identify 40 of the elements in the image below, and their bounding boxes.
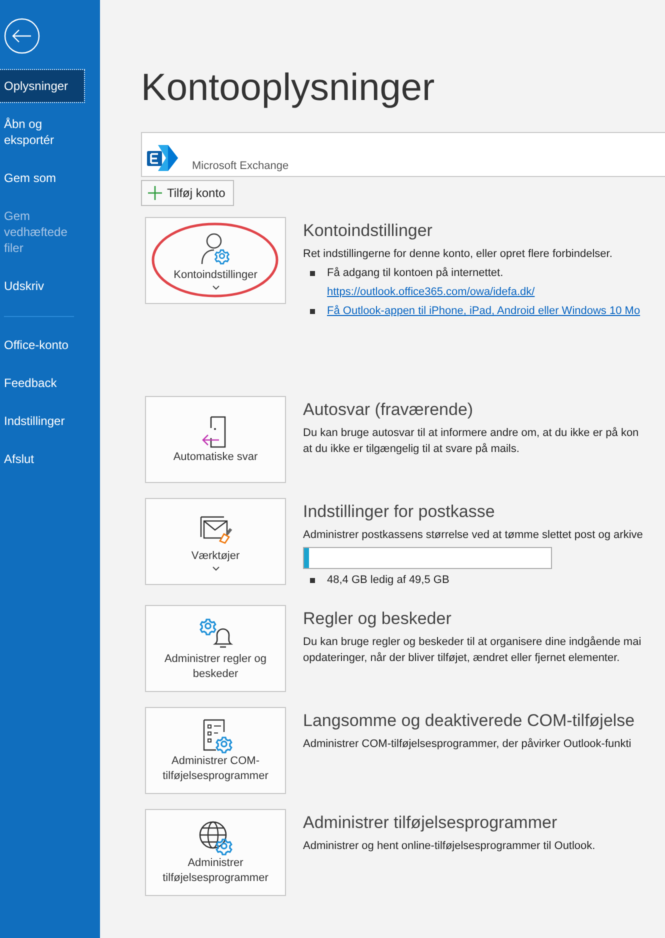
sidebar-item[interactable]: Gem som	[0, 162, 84, 194]
section-heading: Autosvar (fraværende)	[303, 399, 474, 421]
sidebar-item[interactable]: Udskriv	[0, 270, 84, 302]
account-type: Microsoft Exchange	[192, 159, 289, 173]
sidebar-item[interactable]: Åbn og eksportér	[0, 108, 84, 156]
sidebar-item[interactable]: Oplysninger	[0, 70, 84, 102]
bullet-text: Få adgang til kontoen på internettet.	[327, 266, 504, 281]
tile-button[interactable]: Kontoindstillinger	[145, 217, 286, 304]
exchange-logo-icon	[146, 143, 180, 173]
tile-button[interactable]: Administrer COM-tilføjelsesprogrammer	[145, 707, 286, 794]
section-description: Ret indstillingerne for denne konto, eller opret flere forbindelser.	[303, 247, 612, 262]
section-description: Administrer COM-tilføjelsesprogrammer, der påvirker Outlook-funkti	[303, 737, 632, 752]
section-heading: Indstillinger for postkasse	[303, 501, 495, 523]
sidebar-item[interactable]: Office-konto	[0, 329, 84, 361]
add-account-button[interactable]: Tilføj konto	[141, 180, 234, 206]
section-description: Du kan bruge regler og beskeder til at organisere dine indgående mai opdateringer, når der bliver tilføjet, ændret eller fjernet elementer.	[303, 635, 642, 666]
section-heading: Langsomme og deaktiverede COM-tilføjelse	[303, 710, 635, 732]
web-link[interactable]: Få Outlook-appen til iPhone, iPad, Android eller Windows 10 Mo	[327, 302, 640, 321]
section-description: Administrer og hent online-tilføjelsesprogrammer til Outlook.	[303, 839, 596, 854]
sidebar-item[interactable]: Indstillinger	[0, 405, 84, 437]
tile-button[interactable]: Administrer tilføjelsesprogrammer	[145, 809, 286, 896]
page-title: Kontooplysninger	[141, 66, 436, 111]
back-button[interactable]	[4, 18, 40, 54]
web-link[interactable]: https://outlook.office365.com/owa/idefa.dk/	[327, 283, 535, 302]
globe-gear-icon	[198, 820, 234, 856]
bullet-icon	[310, 271, 315, 276]
plus-icon	[148, 186, 162, 200]
sidebar-item[interactable]: Feedback	[0, 367, 84, 399]
section-description: Du kan bruge autosvar til at informere andre om, at du ikke er på kon at du ikke er tilgængelig til at svare på mails.	[303, 426, 639, 457]
section-heading: Regler og beskeder	[303, 608, 452, 630]
tile-button[interactable]: Administrer regler og beskeder	[145, 605, 286, 692]
sidebar-item[interactable]: Afslut	[0, 443, 84, 475]
bullet-icon	[310, 578, 315, 583]
storage-text: 48,4 GB ledig af 49,5 GB	[327, 573, 450, 588]
section-heading: Administrer tilføjelsesprogrammer	[303, 812, 558, 834]
tile-button[interactable]: Værktøjer	[145, 498, 286, 585]
section-description: Administrer postkassens størrelse ved at tømme slettet post og arkive	[303, 528, 643, 543]
bullet-icon	[310, 309, 315, 314]
section-heading: Kontoindstillinger	[303, 220, 432, 242]
tile-button[interactable]: Automatiske svar	[145, 396, 286, 483]
